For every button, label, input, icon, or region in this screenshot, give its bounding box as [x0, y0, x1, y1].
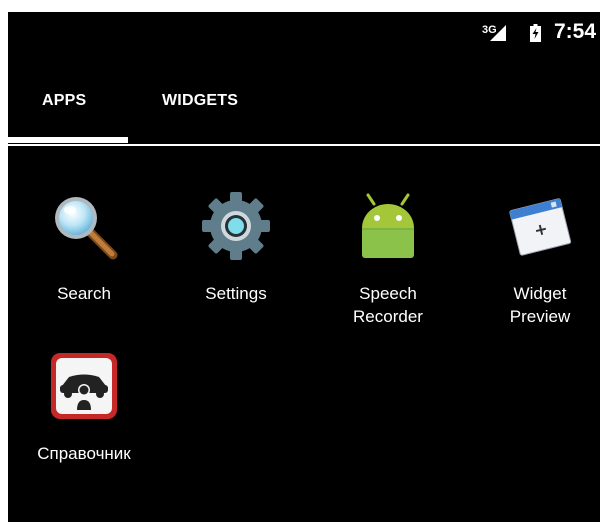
signal-icon [490, 25, 506, 41]
app-label-spravochnik: Справочник [37, 444, 131, 463]
battery-charging-icon [530, 24, 541, 42]
app-label-settings: Settings [205, 284, 267, 303]
tab-divider [8, 144, 600, 146]
app-label-search: Search [57, 284, 111, 303]
search-icon [55, 197, 118, 260]
widget-preview-icon [509, 198, 572, 256]
app-label-line2: Preview [509, 307, 571, 326]
status-bar: 3G 7:54 [8, 12, 600, 56]
app-label-line2: Recorder [353, 307, 423, 326]
android-icon [362, 193, 414, 258]
tab-indicator [8, 137, 128, 143]
tab-apps[interactable]: APPS [42, 92, 86, 110]
app-label-line1: Speech [359, 284, 417, 303]
app-label-widget-preview: Widget Preview [466, 282, 600, 328]
app-label-speech-recorder: Speech Recorder [314, 282, 462, 328]
car-person-icon [51, 353, 117, 419]
app-label-line1: Widget [513, 284, 567, 303]
clock: 7:54 [554, 20, 597, 43]
tab-widgets[interactable]: WIDGETS [162, 92, 238, 110]
app-drawer-screen: 3G 7:54 APPS WIDGETS Search Settings Spe… [8, 12, 600, 522]
settings-gear-icon [202, 192, 270, 260]
